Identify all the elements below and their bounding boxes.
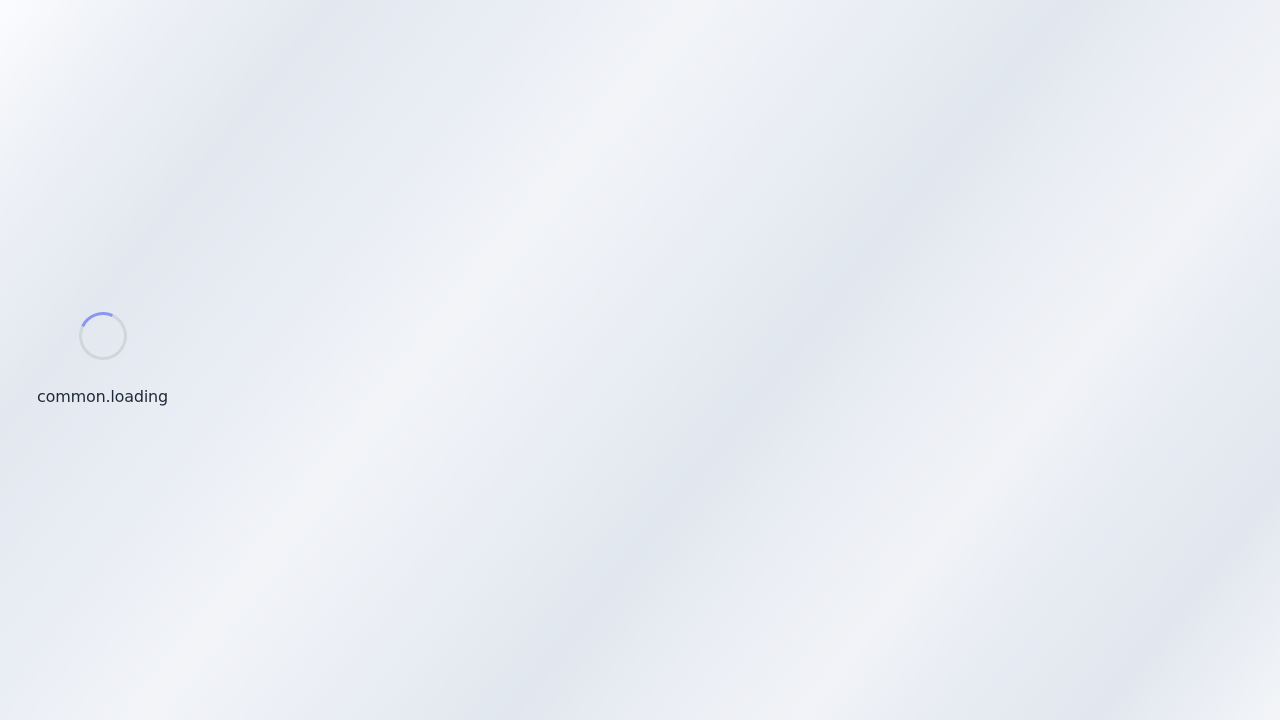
loading-indicator: common.loading [37, 305, 168, 407]
loading-text: common.loading [37, 387, 168, 406]
loading-spinner-icon [71, 305, 134, 367]
